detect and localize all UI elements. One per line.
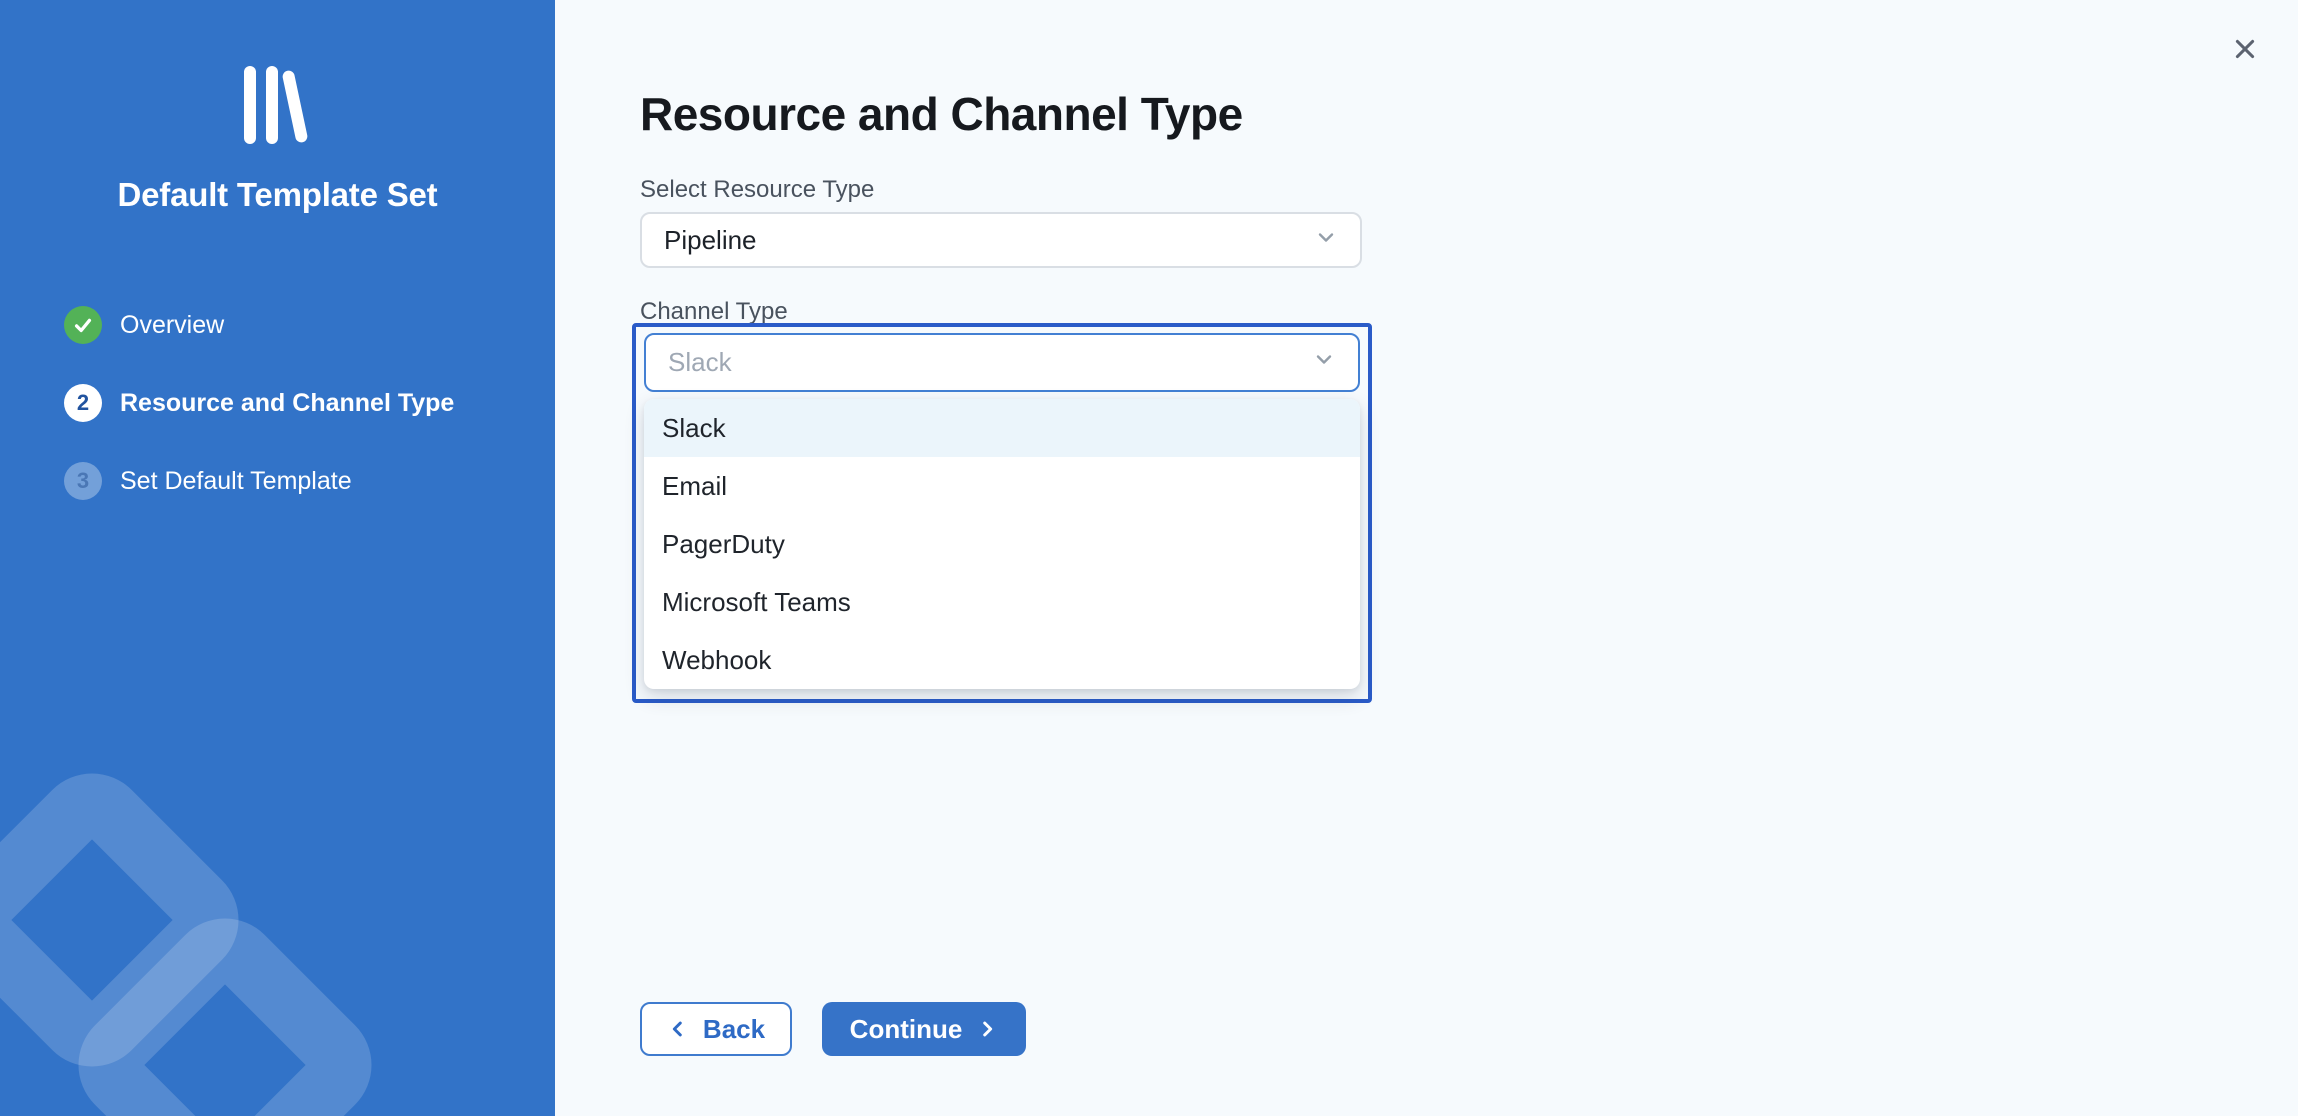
wizard-actions: Back Continue xyxy=(640,1002,1026,1056)
chevron-left-icon xyxy=(667,1018,689,1040)
step-label: Overview xyxy=(120,311,224,340)
wizard-modal: Default Template Set Overview 2 Resource… xyxy=(0,0,2298,1116)
dropdown-option-microsoft-teams[interactable]: Microsoft Teams xyxy=(644,573,1360,631)
chevron-down-icon xyxy=(1314,225,1338,256)
dropdown-option-email[interactable]: Email xyxy=(644,457,1360,515)
chevron-right-icon xyxy=(976,1018,998,1040)
dropdown-option-webhook[interactable]: Webhook xyxy=(644,631,1360,689)
channel-type-label: Channel Type xyxy=(640,298,788,326)
step-label: Resource and Channel Type xyxy=(120,389,454,418)
step-overview[interactable]: Overview xyxy=(64,306,454,344)
step-complete-check-icon xyxy=(64,306,102,344)
close-icon xyxy=(2232,36,2258,62)
step-number-badge: 3 xyxy=(64,462,102,500)
resource-type-value: Pipeline xyxy=(664,225,757,256)
books-logo-icon xyxy=(232,64,324,148)
channel-type-placeholder: Slack xyxy=(668,347,732,378)
step-label: Set Default Template xyxy=(120,467,352,496)
page-title: Resource and Channel Type xyxy=(640,87,1243,141)
step-number-badge: 2 xyxy=(64,384,102,422)
continue-button-label: Continue xyxy=(850,1014,963,1045)
step-resource-and-channel-type[interactable]: 2 Resource and Channel Type xyxy=(64,384,454,422)
continue-button[interactable]: Continue xyxy=(822,1002,1026,1056)
resource-type-label: Select Resource Type xyxy=(640,176,874,204)
dropdown-option-pagerduty[interactable]: PagerDuty xyxy=(644,515,1360,573)
back-button-label: Back xyxy=(703,1014,765,1045)
close-button[interactable] xyxy=(2222,26,2268,72)
dropdown-option-slack[interactable]: Slack xyxy=(644,399,1360,457)
resource-type-select[interactable]: Pipeline xyxy=(640,212,1362,268)
wizard-content: Resource and Channel Type Select Resourc… xyxy=(555,0,2298,1116)
wizard-steps: Overview 2 Resource and Channel Type 3 S… xyxy=(64,306,454,500)
channel-type-select[interactable]: Slack xyxy=(644,333,1360,392)
back-button[interactable]: Back xyxy=(640,1002,792,1056)
chevron-down-icon xyxy=(1312,347,1336,378)
step-set-default-template[interactable]: 3 Set Default Template xyxy=(64,462,454,500)
channel-type-dropdown: Slack Email PagerDuty Microsoft Teams We… xyxy=(644,399,1360,689)
wizard-sidebar: Default Template Set Overview 2 Resource… xyxy=(0,0,555,1116)
wizard-title: Default Template Set xyxy=(0,176,555,214)
